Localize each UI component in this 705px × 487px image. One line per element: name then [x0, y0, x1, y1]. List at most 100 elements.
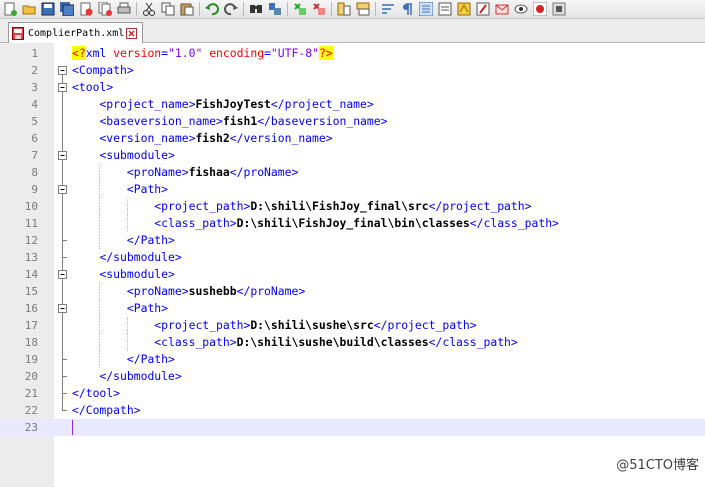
fold-line [57, 130, 68, 147]
code-token: </Path> [126, 233, 175, 247]
code-token: <Path> [126, 301, 169, 315]
replace-icon[interactable] [267, 1, 283, 17]
code-token: fishaa [188, 165, 230, 179]
code-text: <submodule> [72, 266, 174, 283]
line-number: 1 [31, 47, 38, 60]
user-lang-icon[interactable] [437, 1, 453, 17]
code-token: </class_path> [469, 216, 559, 230]
line-number: 11 [24, 217, 38, 230]
tab-close-icon[interactable] [126, 27, 138, 39]
code-token: <project_path> [154, 199, 251, 213]
fold-toggle-icon[interactable] [57, 147, 68, 164]
save-all-icon[interactable] [59, 1, 75, 17]
show-all-chars-icon[interactable] [399, 1, 415, 17]
code-line[interactable]: 10 <project_path>D:\shili\FishJoy_final\… [0, 198, 705, 215]
function-list-icon[interactable] [475, 1, 491, 17]
code-line[interactable]: 23 [0, 419, 705, 436]
code-line[interactable]: 18 <class_path>D:\shili\sushe\build\clas… [0, 334, 705, 351]
toolbar-separator [199, 2, 200, 16]
code-line[interactable]: 13 </submodule> [0, 249, 705, 266]
fold-end-marker [57, 232, 68, 249]
code-line[interactable]: 1 <?xml version="1.0" encoding="UTF-8"?> [0, 45, 705, 62]
code-line[interactable]: 9 <Path> [0, 181, 705, 198]
paste-icon[interactable] [179, 1, 195, 17]
zoom-in-icon[interactable] [292, 1, 308, 17]
stop-record-icon[interactable] [551, 1, 567, 17]
new-file-icon[interactable] [2, 1, 18, 17]
indent-guide [99, 334, 101, 351]
code-line[interactable]: 11 <class_path>D:\shili\FishJoy_final\bi… [0, 215, 705, 232]
fold-end-marker [57, 402, 68, 419]
undo-icon[interactable] [204, 1, 220, 17]
code-token: <project_path> [154, 318, 251, 332]
zoom-out-icon[interactable] [311, 1, 327, 17]
code-token: </Compath> [72, 403, 141, 417]
code-line[interactable]: 4 <project_name>FishJoyTest</project_nam… [0, 96, 705, 113]
fold-toggle-icon[interactable] [57, 300, 68, 317]
code-text: <Path> [72, 300, 168, 317]
code-token: <class_path> [154, 335, 237, 349]
sync-horizontal-icon[interactable] [355, 1, 371, 17]
code-line[interactable]: 21 </tool> [0, 385, 705, 402]
cut-icon[interactable] [141, 1, 157, 17]
line-number: 16 [24, 302, 38, 315]
folder-workspace-icon[interactable] [494, 1, 510, 17]
code-token: <project_name> [99, 97, 196, 111]
code-line[interactable]: 12 </Path> [0, 232, 705, 249]
code-token: version [113, 46, 162, 60]
code-line[interactable]: 22 </Compath> [0, 402, 705, 419]
open-file-icon[interactable] [21, 1, 37, 17]
fold-toggle-icon[interactable] [57, 79, 68, 96]
code-text: <baseversion_name>fish1</baseversion_nam… [72, 113, 387, 130]
code-token: </class_path> [428, 335, 518, 349]
record-macro-icon[interactable] [532, 1, 548, 17]
code-line[interactable]: 2 <Compath> [0, 62, 705, 79]
save-icon[interactable] [40, 1, 56, 17]
code-text: <version_name>fish2</version_name> [72, 130, 333, 147]
code-token: </Path> [126, 352, 175, 366]
fold-toggle-icon[interactable] [57, 62, 68, 79]
code-line[interactable]: 8 <proName>fishaa</proName> [0, 164, 705, 181]
indent-guide [126, 215, 128, 232]
line-number: 19 [24, 353, 38, 366]
copy-icon[interactable] [160, 1, 176, 17]
indent-guide [99, 198, 101, 215]
code-line[interactable]: 3 <tool> [0, 79, 705, 96]
close-all-icon[interactable] [97, 1, 113, 17]
code-line[interactable]: 19 </Path> [0, 351, 705, 368]
code-line[interactable]: 5 <baseversion_name>fish1</baseversion_n… [0, 113, 705, 130]
doc-map-icon[interactable] [456, 1, 472, 17]
code-text: <proName>sushebb</proName> [72, 283, 305, 300]
line-number: 15 [24, 285, 38, 298]
code-line[interactable]: 14 <submodule> [0, 266, 705, 283]
code-token: <submodule> [99, 148, 175, 162]
find-icon[interactable] [248, 1, 264, 17]
fold-line [57, 198, 68, 215]
indent-guide [126, 198, 128, 215]
indent-guide [99, 164, 101, 181]
code-line[interactable]: 20 </submodule> [0, 368, 705, 385]
code-line[interactable]: 17 <project_path>D:\shili\sushe\src</pro… [0, 317, 705, 334]
code-line[interactable]: 15 <proName>sushebb</proName> [0, 283, 705, 300]
code-text: <project_name>FishJoyTest</project_name> [72, 96, 373, 113]
redo-icon[interactable] [223, 1, 239, 17]
toolbar [0, 0, 705, 19]
code-token: </version_name> [229, 131, 333, 145]
fold-toggle-icon[interactable] [57, 266, 68, 283]
monitor-icon[interactable] [513, 1, 529, 17]
file-tab[interactable]: ComplierPath.xml [8, 22, 143, 43]
code-token: </project_path> [428, 199, 532, 213]
code-line[interactable]: 6 <version_name>fish2</version_name> [0, 130, 705, 147]
sync-vertical-icon[interactable] [336, 1, 352, 17]
close-icon[interactable] [78, 1, 94, 17]
print-icon[interactable] [116, 1, 132, 17]
word-wrap-icon[interactable] [380, 1, 396, 17]
code-editor[interactable]: 1 <?xml version="1.0" encoding="UTF-8"?> 2… [0, 43, 705, 487]
fold-toggle-icon[interactable] [57, 181, 68, 198]
indent-guide-icon[interactable] [418, 1, 434, 17]
code-line[interactable]: 7 <submodule> [0, 147, 705, 164]
code-line[interactable]: 16 <Path> [0, 300, 705, 317]
